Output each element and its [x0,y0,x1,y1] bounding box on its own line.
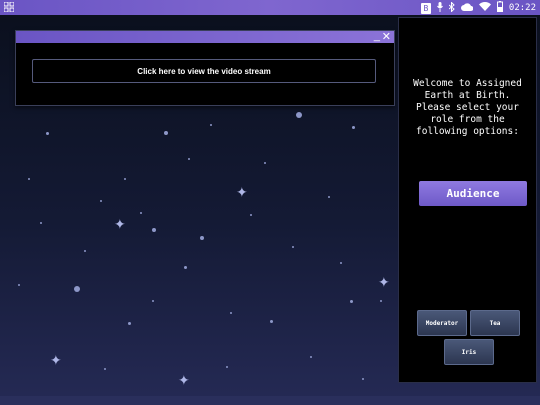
moderator-button[interactable]: Moderator [417,310,467,336]
close-button[interactable]: ✕ [382,30,391,43]
wifi-icon [478,2,491,14]
bluetooth-icon [448,0,455,15]
document-icon: B [420,2,431,14]
welcome-message: Welcome to Assigned Earth at Birth. Plea… [413,78,522,137]
cloud-icon [460,2,474,14]
bottom-nav-bar [0,396,540,405]
iris-button[interactable]: Iris [444,339,494,365]
view-video-stream-button[interactable]: Click here to view the video stream [32,59,376,83]
role-selection-panel: Welcome to Assigned Earth at Birth. Plea… [398,17,537,383]
minimize-button[interactable]: _ [374,30,380,42]
video-stream-window: _ ✕ Click here to view the video stream [15,30,395,106]
microphone-icon [436,1,443,15]
status-bar: B 02:22 [0,0,540,15]
window-title-bar[interactable]: _ ✕ [16,30,394,43]
grid-icon [3,1,15,13]
tea-button[interactable]: Tea [470,310,520,336]
clock: 02:22 [508,3,536,13]
battery-icon [496,1,503,15]
audience-button[interactable]: Audience [419,181,527,206]
